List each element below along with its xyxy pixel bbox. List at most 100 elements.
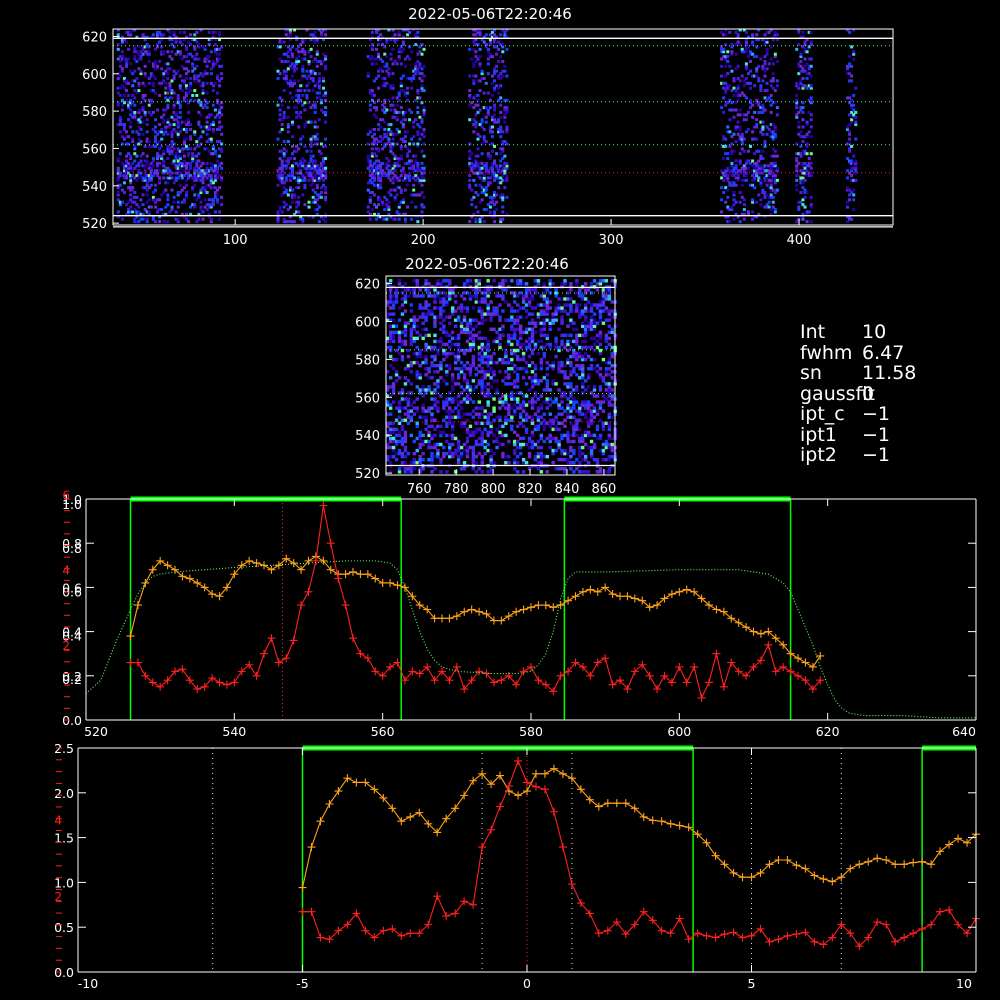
- pixel-cell: [439, 345, 443, 350]
- pixel-cell: [566, 412, 570, 416]
- pixel-cell: [518, 391, 523, 395]
- pixel-cell: [465, 439, 470, 444]
- pixel-cell: [545, 385, 549, 389]
- pixel-cell: [421, 403, 425, 407]
- pixel-cell: [507, 342, 511, 347]
- pixel-cell: [307, 59, 311, 63]
- pixel-cell: [724, 144, 728, 148]
- pixel-cell: [324, 120, 328, 124]
- pixel-cell: [722, 96, 726, 100]
- pixel-cell: [184, 191, 188, 195]
- pixel-cell: [773, 161, 777, 165]
- pixel-cell: [462, 327, 467, 331]
- pixel-cell: [575, 388, 579, 392]
- pixel-cell: [317, 76, 321, 80]
- pixel-cell: [462, 467, 467, 471]
- pixel-cell: [436, 391, 440, 395]
- pixel-cell: [527, 339, 532, 344]
- pixel-cell: [545, 303, 549, 307]
- pixel-cell: [507, 373, 511, 377]
- pixel-cell: [462, 306, 467, 310]
- pixel-cell: [734, 140, 738, 144]
- pixel-cell: [560, 306, 564, 310]
- pixel-cell: [575, 433, 579, 438]
- pixel-cell: [480, 309, 484, 313]
- pixel-cell: [220, 147, 224, 151]
- pixel-cell: [569, 360, 573, 365]
- pixel-cell: [477, 400, 481, 404]
- pixel-cell: [480, 370, 484, 374]
- pixel-cell: [563, 373, 567, 377]
- pixel-cell: [524, 442, 529, 447]
- pixel-cell: [486, 345, 490, 350]
- pixel-cell: [415, 406, 419, 410]
- pixel-cell: [370, 147, 374, 151]
- pixel-cell: [372, 93, 376, 97]
- pixel-cell: [516, 279, 520, 283]
- pixel-cell: [507, 360, 511, 365]
- pixel-cell: [575, 400, 579, 404]
- pixel-cell: [516, 354, 520, 359]
- pixel-cell: [536, 454, 541, 459]
- pixel-cell: [749, 144, 753, 148]
- pixel-cell: [572, 300, 576, 304]
- pixel-cell: [415, 360, 419, 365]
- pixel-cell: [400, 391, 405, 395]
- pixel-cell: [465, 339, 470, 344]
- pixel-cell: [497, 91, 501, 95]
- pixel-cell: [187, 118, 191, 122]
- pixel-cell: [170, 205, 174, 209]
- pixel-cell: [516, 294, 520, 298]
- pixel-cell: [775, 33, 779, 37]
- pixel-cell: [370, 89, 374, 93]
- pixel-cell: [394, 418, 399, 422]
- pixel-cell: [145, 123, 149, 127]
- pixel-cell: [488, 181, 492, 185]
- pixel-cell: [736, 120, 740, 124]
- pixel-cell: [560, 406, 564, 410]
- pixel-cell: [498, 442, 502, 447]
- pixel-cell: [141, 120, 145, 124]
- pixel-cell: [218, 154, 222, 158]
- pixel-cell: [797, 161, 801, 165]
- pixel-cell: [575, 342, 579, 347]
- pixel-cell: [569, 406, 573, 410]
- pixel-cell: [533, 330, 538, 335]
- pixel-cell: [501, 333, 505, 338]
- pixel-cell: [539, 294, 544, 298]
- pixel-cell: [518, 436, 523, 441]
- pixel-cell: [799, 144, 803, 148]
- pixel-cell: [484, 120, 488, 124]
- pixel-cell: [317, 205, 321, 209]
- pixel-cell: [480, 367, 484, 371]
- pixel-cell: [516, 315, 520, 319]
- pixel-cell: [462, 376, 467, 380]
- pixel-cell: [409, 288, 414, 292]
- pixel-cell: [480, 412, 484, 416]
- pixel-cell: [415, 385, 419, 389]
- pixel-cell: [388, 279, 393, 283]
- pixel-cell: [809, 84, 813, 88]
- pixel-cell: [391, 72, 395, 76]
- pixel-cell: [510, 427, 514, 432]
- pixel-cell: [195, 64, 199, 68]
- pixel-cell: [533, 376, 538, 380]
- pixel-cell: [560, 400, 564, 404]
- pixel-cell: [753, 84, 757, 88]
- pixel-cell: [295, 106, 299, 110]
- pixel-cell: [397, 439, 402, 444]
- pixel-cell: [153, 91, 157, 95]
- pixel-cell: [409, 330, 414, 335]
- pixel-cell: [406, 451, 411, 456]
- pixel-cell: [153, 125, 157, 129]
- pixel-cell: [539, 415, 544, 419]
- pixel-cell: [524, 327, 529, 331]
- pixel-cell: [765, 67, 769, 71]
- pixel-cell: [516, 339, 520, 344]
- pixel-cell: [410, 217, 414, 221]
- pixel-cell: [445, 330, 449, 335]
- pixel-cell: [439, 336, 443, 341]
- pixel-cell: [387, 72, 391, 76]
- pixel-cell: [533, 454, 538, 459]
- pixel-cell: [453, 436, 458, 441]
